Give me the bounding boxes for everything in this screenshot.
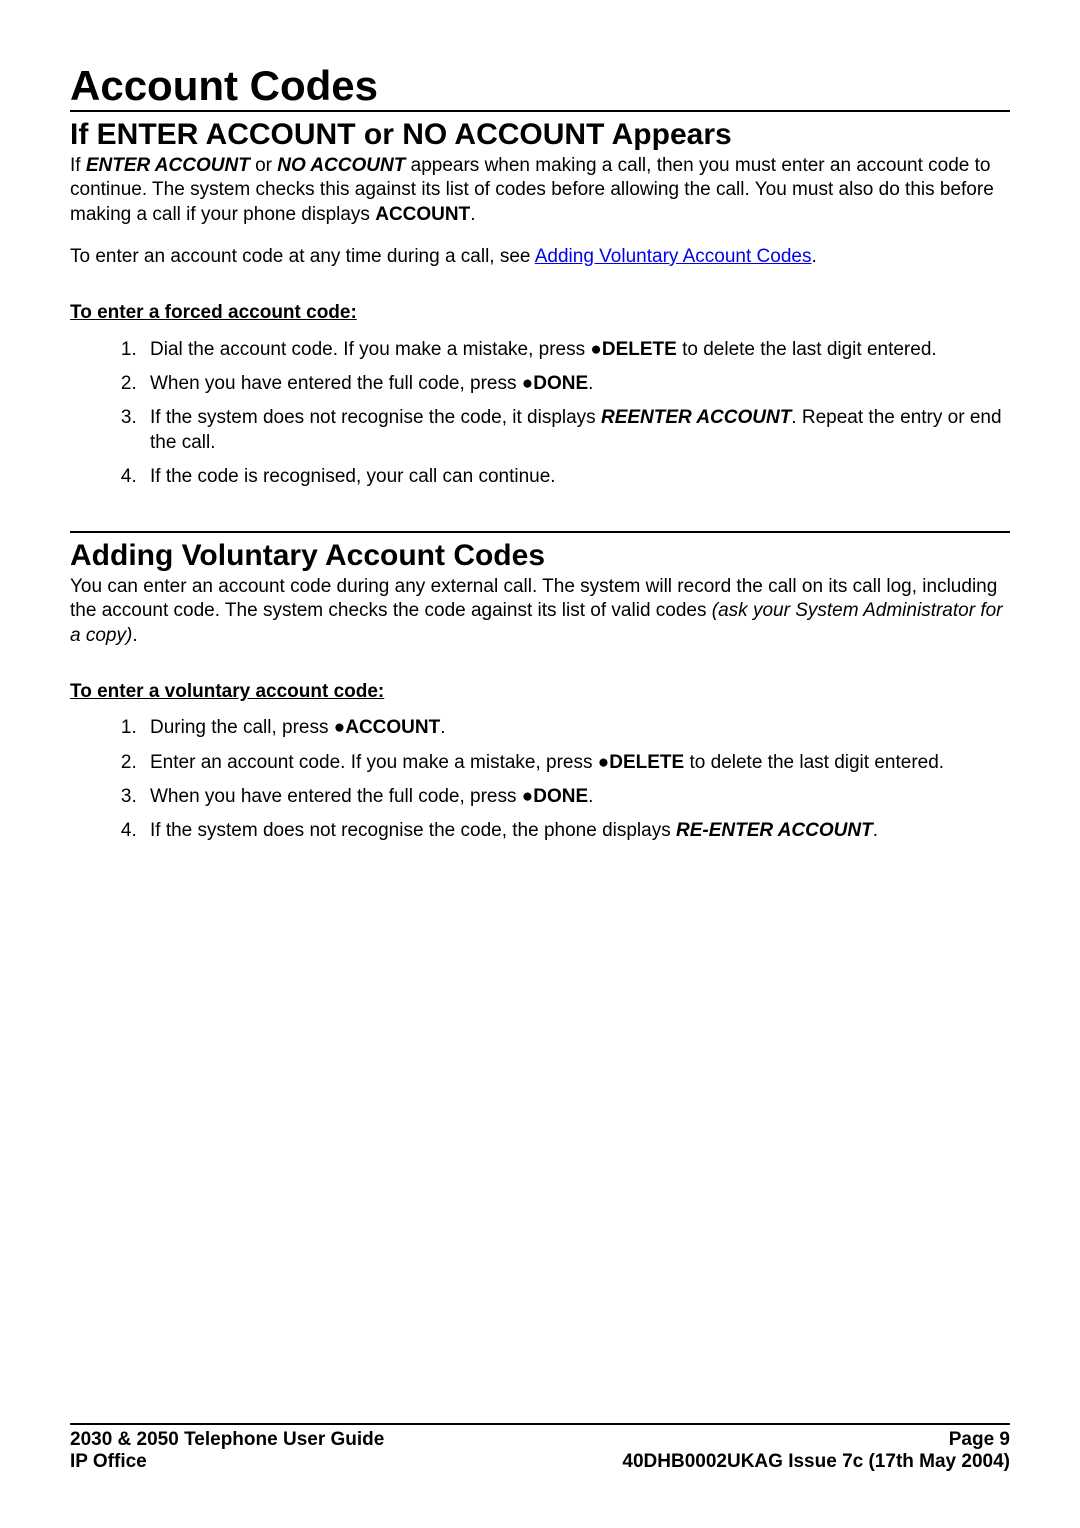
section2-paragraph1: You can enter an account code during any… [70,575,1010,648]
footer-issue: 40DHB0002UKAG Issue 7c (17th May 2004) [622,1451,1010,1473]
section1-paragraph1: If ENTER ACCOUNT or NO ACCOUNT appears w… [70,154,1010,227]
footer-page-number: Page 9 [949,1429,1010,1451]
list-item: Enter an account code. If you make a mis… [142,751,1010,775]
section1-paragraph2: To enter an account code at any time dur… [70,245,1010,269]
section1-list: Dial the account code. If you make a mis… [142,338,1010,490]
list-item: When you have entered the full code, pre… [142,372,1010,396]
section2-subhead: To enter a voluntary account code: [70,680,1010,704]
footer-row2: IP Office 40DHB0002UKAG Issue 7c (17th M… [70,1451,1010,1473]
list-item: Dial the account code. If you make a mis… [142,338,1010,362]
content: Account Codes If ENTER ACCOUNT or NO ACC… [70,62,1010,844]
section1-subhead: To enter a forced account code: [70,301,1010,325]
page-footer: 2030 & 2050 Telephone User Guide Page 9 … [70,1423,1010,1473]
footer-row1: 2030 & 2050 Telephone User Guide Page 9 [70,1429,1010,1451]
list-item: During the call, press ●ACCOUNT. [142,716,1010,740]
page-title: Account Codes [70,62,1010,112]
list-item: If the system does not recognise the cod… [142,406,1010,455]
voluntary-codes-link[interactable]: Adding Voluntary Account Codes [535,246,812,267]
footer-guide-title: 2030 & 2050 Telephone User Guide [70,1429,384,1451]
section2-list: During the call, press ●ACCOUNT. Enter a… [142,716,1010,843]
list-item: When you have entered the full code, pre… [142,785,1010,809]
section2-heading: Adding Voluntary Account Codes [70,531,1010,573]
section1-heading: If ENTER ACCOUNT or NO ACCOUNT Appears [70,118,1010,152]
footer-product: IP Office [70,1451,147,1473]
list-item: If the code is recognised, your call can… [142,465,1010,489]
list-item: If the system does not recognise the cod… [142,819,1010,843]
